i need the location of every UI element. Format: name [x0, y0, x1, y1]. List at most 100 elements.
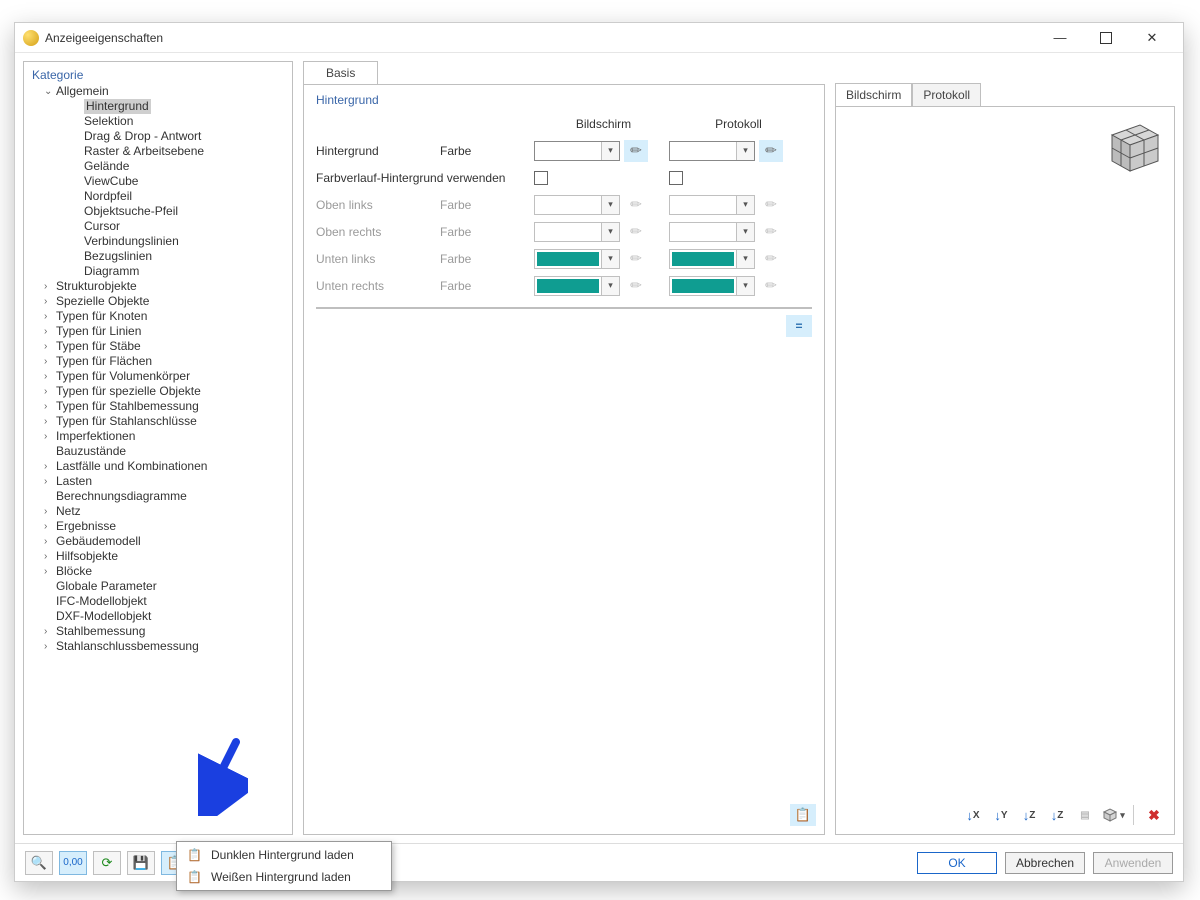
- tree-item[interactable]: ›Lastfälle und Kombinationen: [28, 459, 288, 474]
- close-button[interactable]: ✕: [1129, 23, 1175, 53]
- preview-tab-screen[interactable]: Bildschirm: [835, 83, 912, 106]
- edit-color-button: ✏: [759, 194, 783, 216]
- axis-z2-button[interactable]: ↓Z: [1045, 804, 1069, 826]
- menu-label: Dunklen Hintergrund laden: [211, 848, 354, 862]
- tree-item[interactable]: ›Spezielle Objekte: [28, 294, 288, 309]
- color-swatch: [537, 252, 599, 266]
- search-button[interactable]: 🔍: [25, 851, 53, 875]
- tree-item[interactable]: ›Typen für Stahlbemessung: [28, 399, 288, 414]
- axis-x-button[interactable]: ↓X: [961, 804, 985, 826]
- row-type: Farbe: [440, 279, 534, 293]
- edit-color-button[interactable]: ✏: [759, 140, 783, 162]
- tree-item[interactable]: ›Ergebnisse: [28, 519, 288, 534]
- caret-icon: ›: [44, 639, 56, 654]
- tree-item[interactable]: Cursor: [28, 219, 288, 234]
- tree-label: Raster & Arbeitsebene: [84, 144, 204, 159]
- tree-label: Blöcke: [56, 564, 92, 579]
- close-preview-button[interactable]: ✖: [1142, 804, 1166, 826]
- layers-button[interactable]: ▤: [1073, 804, 1097, 826]
- tree-item[interactable]: Bezugslinien: [28, 249, 288, 264]
- use-gradient-checkbox[interactable]: [534, 171, 548, 185]
- equalize-button[interactable]: =: [786, 315, 812, 337]
- tree-item[interactable]: Objektsuche-Pfeil: [28, 204, 288, 219]
- row-label: Unten rechts: [316, 279, 440, 293]
- ok-button[interactable]: OK: [917, 852, 997, 874]
- tree-label: Stahlbemessung: [56, 624, 145, 639]
- use-gradient-checkbox[interactable]: [669, 171, 683, 185]
- tree-label: Hilfsobjekte: [56, 549, 118, 564]
- tree-item[interactable]: ⌄Allgemein: [28, 84, 288, 99]
- tree-item[interactable]: Bauzustände: [28, 444, 288, 459]
- tree-item[interactable]: Globale Parameter: [28, 579, 288, 594]
- tree-item[interactable]: ›Blöcke: [28, 564, 288, 579]
- caret-icon: ›: [44, 564, 56, 579]
- caret-icon: ›: [44, 369, 56, 384]
- category-tree[interactable]: ⌄AllgemeinHintergrundSelektionDrag & Dro…: [24, 84, 292, 830]
- axis-y-button[interactable]: ↓Y: [989, 804, 1013, 826]
- maximize-button[interactable]: [1083, 23, 1129, 53]
- refresh-button[interactable]: ⟳: [93, 851, 121, 875]
- tree-item[interactable]: ›Imperfektionen: [28, 429, 288, 444]
- color-swatch: [672, 144, 734, 158]
- tree-item[interactable]: DXF-Modellobjekt: [28, 609, 288, 624]
- tree-item[interactable]: ›Typen für Volumenkörper: [28, 369, 288, 384]
- preview-tab-protocol[interactable]: Protokoll: [912, 83, 981, 106]
- color-dropdown[interactable]: ▾: [669, 141, 755, 161]
- save-button[interactable]: 💾: [127, 851, 155, 875]
- tree-item[interactable]: ›Stahlbemessung: [28, 624, 288, 639]
- tree-item[interactable]: ViewCube: [28, 174, 288, 189]
- menu-load-white-bg[interactable]: 📋 Weißen Hintergrund laden: [177, 866, 391, 888]
- tree-item[interactable]: ›Typen für Flächen: [28, 354, 288, 369]
- tree-item[interactable]: ›Lasten: [28, 474, 288, 489]
- tree-item[interactable]: Hintergrund: [28, 99, 288, 114]
- row-label: Oben rechts: [316, 225, 440, 239]
- tree-item[interactable]: ›Typen für Knoten: [28, 309, 288, 324]
- tree-item[interactable]: Raster & Arbeitsebene: [28, 144, 288, 159]
- tree-item[interactable]: ›Hilfsobjekte: [28, 549, 288, 564]
- edit-color-button: ✏: [624, 194, 648, 216]
- tree-label: Gelände: [84, 159, 129, 174]
- tree-item[interactable]: Berechnungsdiagramme: [28, 489, 288, 504]
- tree-item[interactable]: Gelände: [28, 159, 288, 174]
- row-type: Farbe: [440, 144, 534, 158]
- cancel-button[interactable]: Abbrechen: [1005, 852, 1085, 874]
- view-3d-button[interactable]: ▾: [1101, 804, 1125, 826]
- chevron-down-icon: ▾: [601, 196, 619, 214]
- tree-item[interactable]: ›Typen für Stahlanschlüsse: [28, 414, 288, 429]
- tree-item[interactable]: ›Strukturobjekte: [28, 279, 288, 294]
- edit-color-button[interactable]: ✏: [624, 140, 648, 162]
- tree-item[interactable]: ›Typen für Stäbe: [28, 339, 288, 354]
- minimize-button[interactable]: —: [1037, 23, 1083, 53]
- color-swatch: [537, 225, 599, 239]
- tree-label: Typen für Stahlanschlüsse: [56, 414, 197, 429]
- tree-item[interactable]: ›Netz: [28, 504, 288, 519]
- viewcube-icon[interactable]: [1100, 119, 1162, 177]
- menu-load-dark-bg[interactable]: 📋 Dunklen Hintergrund laden: [177, 844, 391, 866]
- tree-item[interactable]: Diagramm: [28, 264, 288, 279]
- tree-item[interactable]: IFC-Modellobjekt: [28, 594, 288, 609]
- apply-button[interactable]: Anwenden: [1093, 852, 1173, 874]
- tree-label: Allgemein: [56, 84, 109, 99]
- color-dropdown[interactable]: ▾: [534, 141, 620, 161]
- tab-basis[interactable]: Basis: [303, 61, 378, 84]
- tree-item[interactable]: ›Typen für spezielle Objekte: [28, 384, 288, 399]
- chevron-down-icon: ▾: [736, 277, 754, 295]
- copy-panel-button[interactable]: 📋: [790, 804, 816, 826]
- caret-icon: ›: [44, 354, 56, 369]
- tree-item[interactable]: ›Gebäudemodell: [28, 534, 288, 549]
- tree-item[interactable]: Verbindungslinien: [28, 234, 288, 249]
- tree-item[interactable]: ›Typen für Linien: [28, 324, 288, 339]
- dialog-window: Anzeigeeigenschaften — ✕ Kategorie ⌄Allg…: [14, 22, 1184, 882]
- caret-icon: ›: [44, 459, 56, 474]
- tree-label: Typen für Knoten: [56, 309, 147, 324]
- caret-icon: ›: [44, 339, 56, 354]
- units-button[interactable]: 0,00: [59, 851, 87, 875]
- tree-item[interactable]: Nordpfeil: [28, 189, 288, 204]
- tree-item[interactable]: Selektion: [28, 114, 288, 129]
- tree-label: Lasten: [56, 474, 92, 489]
- tree-label: Imperfektionen: [56, 429, 135, 444]
- clipboard-icon: 📋: [187, 870, 203, 884]
- axis-z-button[interactable]: ↓Z: [1017, 804, 1041, 826]
- tree-item[interactable]: ›Stahlanschlussbemessung: [28, 639, 288, 654]
- tree-item[interactable]: Drag & Drop - Antwort: [28, 129, 288, 144]
